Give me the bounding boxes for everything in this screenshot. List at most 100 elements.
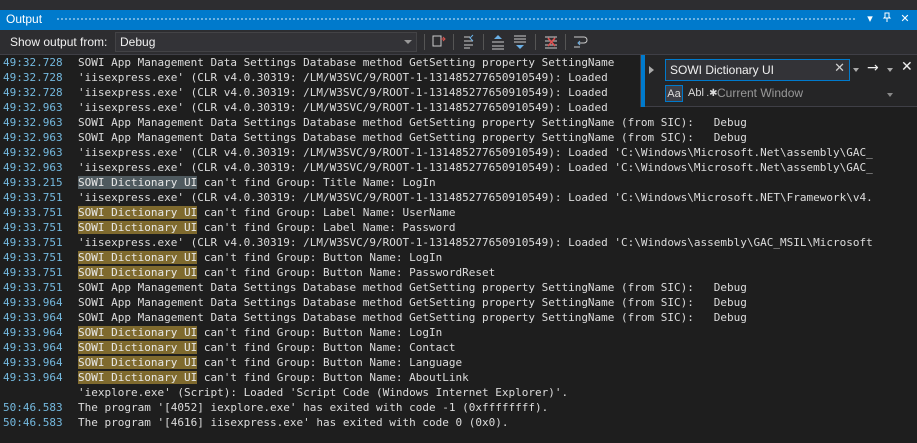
search-match-highlight: SOWI Dictionary UI <box>78 326 198 339</box>
line-text: 'iisexpress.exe' (CLR v4.0.30319: /LM/W3… <box>78 101 608 114</box>
toolbar-separator <box>483 34 484 50</box>
line-message: 'iexplore.exe' (Script): Loaded 'Script … <box>78 385 568 400</box>
toggle-replace-icon[interactable] <box>649 66 654 74</box>
line-timestamp: 49:33.964 <box>3 341 63 354</box>
line-message: SOWI App Management Data Settings Databa… <box>78 115 747 130</box>
line-timestamp: 49:33.751 <box>3 221 63 234</box>
line-timestamp: 49:33.964 <box>3 296 63 309</box>
search-match-highlight: SOWI Dictionary UI <box>78 266 198 279</box>
line-message: SOWI App Management Data Settings Databa… <box>78 130 747 145</box>
line-message: SOWI Dictionary UI can't find Group: Lab… <box>78 205 456 220</box>
close-icon[interactable]: ✕ <box>897 11 913 27</box>
search-match-highlight: SOWI Dictionary UI <box>78 371 198 384</box>
search-match-highlight: SOWI Dictionary UI <box>78 206 198 219</box>
line-text: can't find Group: Button Name: Contact <box>197 341 456 354</box>
find-scope[interactable]: Current Window <box>717 86 803 100</box>
window-title: Output <box>6 12 43 26</box>
line-message: The program '[4616] iisexpress.exe' has … <box>78 415 508 430</box>
line-text: can't find Group: Button Name: LogIn <box>197 326 443 339</box>
line-timestamp: 49:33.751 <box>3 266 63 279</box>
find-input-box: ✕ <box>665 59 850 81</box>
find-input[interactable] <box>668 61 832 79</box>
line-message: The program '[4052] iexplore.exe' has ex… <box>78 400 548 415</box>
line-text: can't find Group: Label Name: Password <box>197 221 456 234</box>
output-source-select[interactable]: Debug <box>115 32 417 52</box>
line-message: SOWI App Management Data Settings Databa… <box>78 295 747 310</box>
output-tab-header[interactable]: Output ▾ ✕ <box>0 10 917 30</box>
chevron-down-icon[interactable] <box>887 93 893 97</box>
line-text: SOWI App Management Data Settings Databa… <box>78 311 747 324</box>
toolbar-separator <box>535 34 536 50</box>
find-widget-accent <box>641 55 645 107</box>
find-message-in-code-icon[interactable] <box>430 33 448 51</box>
line-text: SOWI App Management Data Settings Databa… <box>78 131 747 144</box>
find-next-icon[interactable]: → <box>867 60 879 76</box>
clear-search-icon[interactable]: ✕ <box>834 61 845 76</box>
line-message: SOWI App Management Data Settings Databa… <box>78 55 614 70</box>
line-message: 'iisexpress.exe' (CLR v4.0.30319: /LM/W3… <box>78 235 873 250</box>
line-timestamp: 50:46.583 <box>3 401 63 414</box>
line-timestamp: 50:46.583 <box>3 416 63 429</box>
line-timestamp: 49:32.963 <box>3 131 63 144</box>
line-text: 'iisexpress.exe' (CLR v4.0.30319: /LM/W3… <box>78 161 873 174</box>
find-next-options-icon[interactable] <box>887 68 893 72</box>
line-text: 'iexplore.exe' (Script): Loaded 'Script … <box>78 386 569 399</box>
line-text: can't find Group: Button Name: PasswordR… <box>197 266 496 279</box>
search-history-dropdown-icon[interactable] <box>853 68 859 72</box>
search-match-highlight: SOWI Dictionary UI <box>78 356 198 369</box>
line-timestamp: 49:32.728 <box>3 56 63 69</box>
clear-all-icon[interactable] <box>542 33 560 51</box>
line-message: SOWI Dictionary UI can't find Group: But… <box>78 265 495 280</box>
line-timestamp: 49:33.964 <box>3 326 63 339</box>
line-text: SOWI App Management Data Settings Databa… <box>78 56 615 69</box>
match-case-toggle[interactable]: Aa <box>665 85 683 102</box>
search-match-highlight: SOWI Dictionary UI <box>78 221 198 234</box>
line-text: can't find Group: Label Name: UserName <box>197 206 456 219</box>
find-widget: ✕ → ✕ Aa Abl .✱ Current Window <box>640 55 917 107</box>
line-text: can't find Group: Button Name: AboutLink <box>197 371 469 384</box>
line-text: 'iisexpress.exe' (CLR v4.0.30319: /LM/W3… <box>78 146 873 159</box>
line-message: SOWI Dictionary UI can't find Group: Tit… <box>78 175 436 190</box>
line-text: 'iisexpress.exe' (CLR v4.0.30319: /LM/W3… <box>78 236 873 249</box>
drag-grip[interactable] <box>56 17 857 22</box>
pin-icon[interactable] <box>879 11 895 27</box>
line-message: 'iisexpress.exe' (CLR v4.0.30319: /LM/W3… <box>78 85 608 100</box>
line-timestamp: 49:32.728 <box>3 86 63 99</box>
line-text: 'iisexpress.exe' (CLR v4.0.30319: /LM/W3… <box>78 191 873 204</box>
line-message: SOWI App Management Data Settings Databa… <box>78 280 747 295</box>
previous-message-icon[interactable] <box>489 33 507 51</box>
close-find-icon[interactable]: ✕ <box>901 59 913 75</box>
toolbar-separator <box>565 34 566 50</box>
line-timestamp: 49:33.751 <box>3 281 63 294</box>
line-timestamp: 49:33.751 <box>3 206 63 219</box>
line-message: SOWI Dictionary UI can't find Group: But… <box>78 250 442 265</box>
chevron-down-icon[interactable]: ▾ <box>862 11 878 27</box>
line-message: 'iisexpress.exe' (CLR v4.0.30319: /LM/W3… <box>78 190 873 205</box>
output-title-bar: Output ▾ ✕ <box>0 0 917 30</box>
line-timestamp: 49:33.751 <box>3 236 63 249</box>
line-text: SOWI App Management Data Settings Databa… <box>78 116 747 129</box>
word-wrap-icon[interactable] <box>571 33 589 51</box>
line-message: 'iisexpress.exe' (CLR v4.0.30319: /LM/W3… <box>78 160 873 175</box>
line-text: 'iisexpress.exe' (CLR v4.0.30319: /LM/W3… <box>78 86 608 99</box>
go-to-previous-message-icon[interactable] <box>460 33 478 51</box>
line-text: can't find Group: Button Name: Language <box>197 356 463 369</box>
line-message: 'iisexpress.exe' (CLR v4.0.30319: /LM/W3… <box>78 100 608 115</box>
line-message: 'iisexpress.exe' (CLR v4.0.30319: /LM/W3… <box>78 145 873 160</box>
line-timestamp: 49:33.751 <box>3 191 63 204</box>
line-text: 'iisexpress.exe' (CLR v4.0.30319: /LM/W3… <box>78 71 608 84</box>
line-text: The program '[4616] iisexpress.exe' has … <box>78 416 509 429</box>
chevron-down-icon <box>404 40 412 44</box>
search-match-highlight: SOWI Dictionary UI <box>78 251 198 264</box>
line-message: SOWI Dictionary UI can't find Group: But… <box>78 340 456 355</box>
line-text: The program '[4052] iexplore.exe' has ex… <box>78 401 549 414</box>
line-message: SOWI App Management Data Settings Databa… <box>78 310 747 325</box>
line-timestamp: 49:33.751 <box>3 251 63 264</box>
line-message: SOWI Dictionary UI can't find Group: Lab… <box>78 220 456 235</box>
next-message-icon[interactable] <box>511 33 529 51</box>
line-message: 'iisexpress.exe' (CLR v4.0.30319: /LM/W3… <box>78 70 608 85</box>
line-timestamp: 49:33.964 <box>3 311 63 324</box>
line-timestamp: 49:32.728 <box>3 71 63 84</box>
output-text-pane[interactable]: 49:32.728 SOWI App Management Data Settin… <box>0 55 917 443</box>
line-text: SOWI App Management Data Settings Databa… <box>78 281 747 294</box>
